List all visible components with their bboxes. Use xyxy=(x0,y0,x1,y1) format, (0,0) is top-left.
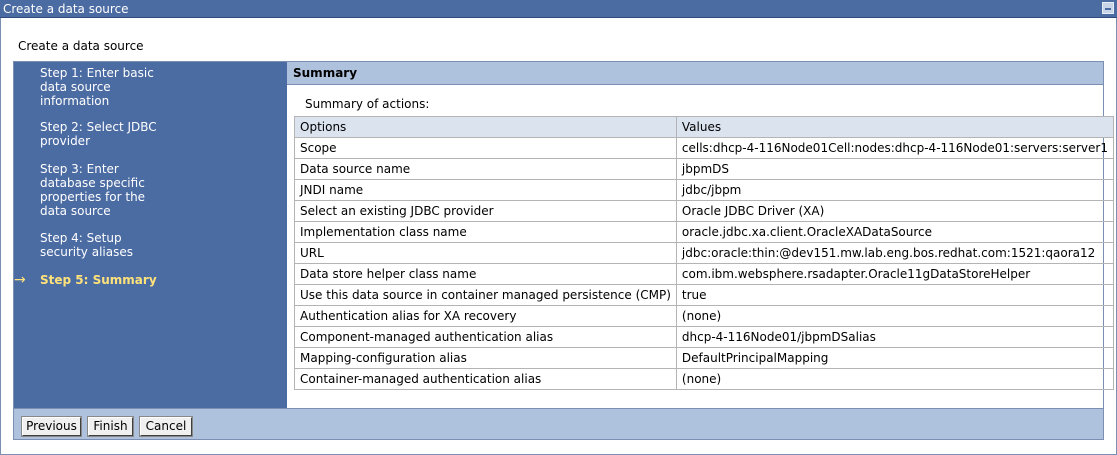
step-3: Step 3: Enter database specific properti… xyxy=(40,162,146,218)
wizard: Step 1: Enter basic data source informat… xyxy=(13,61,1114,440)
row-option: Component-managed authentication alias xyxy=(294,326,677,348)
summary-label: Summary of actions: xyxy=(305,97,430,111)
row-value: (none) xyxy=(675,305,1114,327)
window-title: Create a data source xyxy=(3,2,129,16)
row-value: true xyxy=(675,284,1114,306)
table-row: Data store helper class name com.ibm.webs… xyxy=(294,263,1114,285)
column-header-options: Options xyxy=(294,116,677,138)
row-option: Use this data source in container manage… xyxy=(294,284,677,306)
finish-button[interactable]: Finish xyxy=(87,416,134,437)
table-row: Component-managed authentication alias dh… xyxy=(294,326,1114,348)
row-option: Container-managed authentication alias xyxy=(294,368,677,390)
summary-title: Summary xyxy=(293,66,358,80)
cancel-button[interactable]: Cancel xyxy=(139,416,193,437)
table-header-row: Options Values xyxy=(294,116,1114,138)
row-value: dhcp-4-116Node01/jbpmDSalias xyxy=(675,326,1114,348)
minimize-icon[interactable] xyxy=(1102,2,1114,14)
row-option: Select an existing JDBC provider xyxy=(294,200,677,222)
table-row: Scope cells:dhcp-4-116Node01Cell:nodes:dh… xyxy=(294,137,1114,159)
table-row: Container-managed authentication alias (n… xyxy=(294,368,1114,390)
table-row: Data source name jbpmDS xyxy=(294,158,1114,180)
button-bar: Previous Finish Cancel xyxy=(14,408,1103,439)
table-row: Use this data source in container manage… xyxy=(294,284,1114,306)
table-row: JNDI name jdbc/jbpm xyxy=(294,179,1114,201)
column-header-values: Values xyxy=(675,116,1114,138)
summary-panel: Summary Summary of actions: Options Valu… xyxy=(287,62,1114,408)
table-row: Mapping-configuration alias DefaultPrinci… xyxy=(294,347,1114,369)
previous-button[interactable]: Previous xyxy=(21,416,82,437)
row-value: oracle.jdbc.xa.client.OracleXADataSource xyxy=(675,221,1114,243)
row-value: (none) xyxy=(675,368,1114,390)
summary-table: Options Values Scope cells:dhcp-4-116Node… xyxy=(294,116,1114,390)
window-titlebar: Create a data source xyxy=(0,0,1117,18)
step-5-current: Step 5: Summary xyxy=(40,273,157,287)
row-option: Implementation class name xyxy=(294,221,677,243)
row-value: jdbc:oracle:thin:@dev151.mw.lab.eng.bos.… xyxy=(675,242,1114,264)
row-option: Data store helper class name xyxy=(294,263,677,285)
step-1: Step 1: Enter basic data source informat… xyxy=(40,66,154,108)
step-4: Step 4: Setup security aliases xyxy=(40,231,133,259)
row-value: DefaultPrincipalMapping xyxy=(675,347,1114,369)
row-option: Data source name xyxy=(294,158,677,180)
table-row: Implementation class name oracle.jdbc.xa.… xyxy=(294,221,1114,243)
row-option: Authentication alias for XA recovery xyxy=(294,305,677,327)
row-option: JNDI name xyxy=(294,179,677,201)
current-step-arrow-icon: → xyxy=(14,272,26,288)
row-value: Oracle JDBC Driver (XA) xyxy=(675,200,1114,222)
row-value: com.ibm.websphere.rsadapter.Oracle11gDat… xyxy=(675,263,1114,285)
row-option: URL xyxy=(294,242,677,264)
table-row: Authentication alias for XA recovery (non… xyxy=(294,305,1114,327)
table-row: Select an existing JDBC provider Oracle J… xyxy=(294,200,1114,222)
wizard-steps-nav: Step 1: Enter basic data source informat… xyxy=(14,62,287,408)
row-option: Scope xyxy=(294,137,677,159)
summary-header: Summary xyxy=(287,62,1103,85)
table-row: URL jdbc:oracle:thin:@dev151.mw.lab.eng.b… xyxy=(294,242,1114,264)
row-value: jdbc/jbpm xyxy=(675,179,1114,201)
row-value: jbpmDS xyxy=(675,158,1114,180)
row-option: Mapping-configuration alias xyxy=(294,347,677,369)
row-value: cells:dhcp-4-116Node01Cell:nodes:dhcp-4-… xyxy=(675,137,1114,159)
step-2: Step 2: Select JDBC provider xyxy=(40,120,157,148)
page-title: Create a data source xyxy=(18,39,144,53)
